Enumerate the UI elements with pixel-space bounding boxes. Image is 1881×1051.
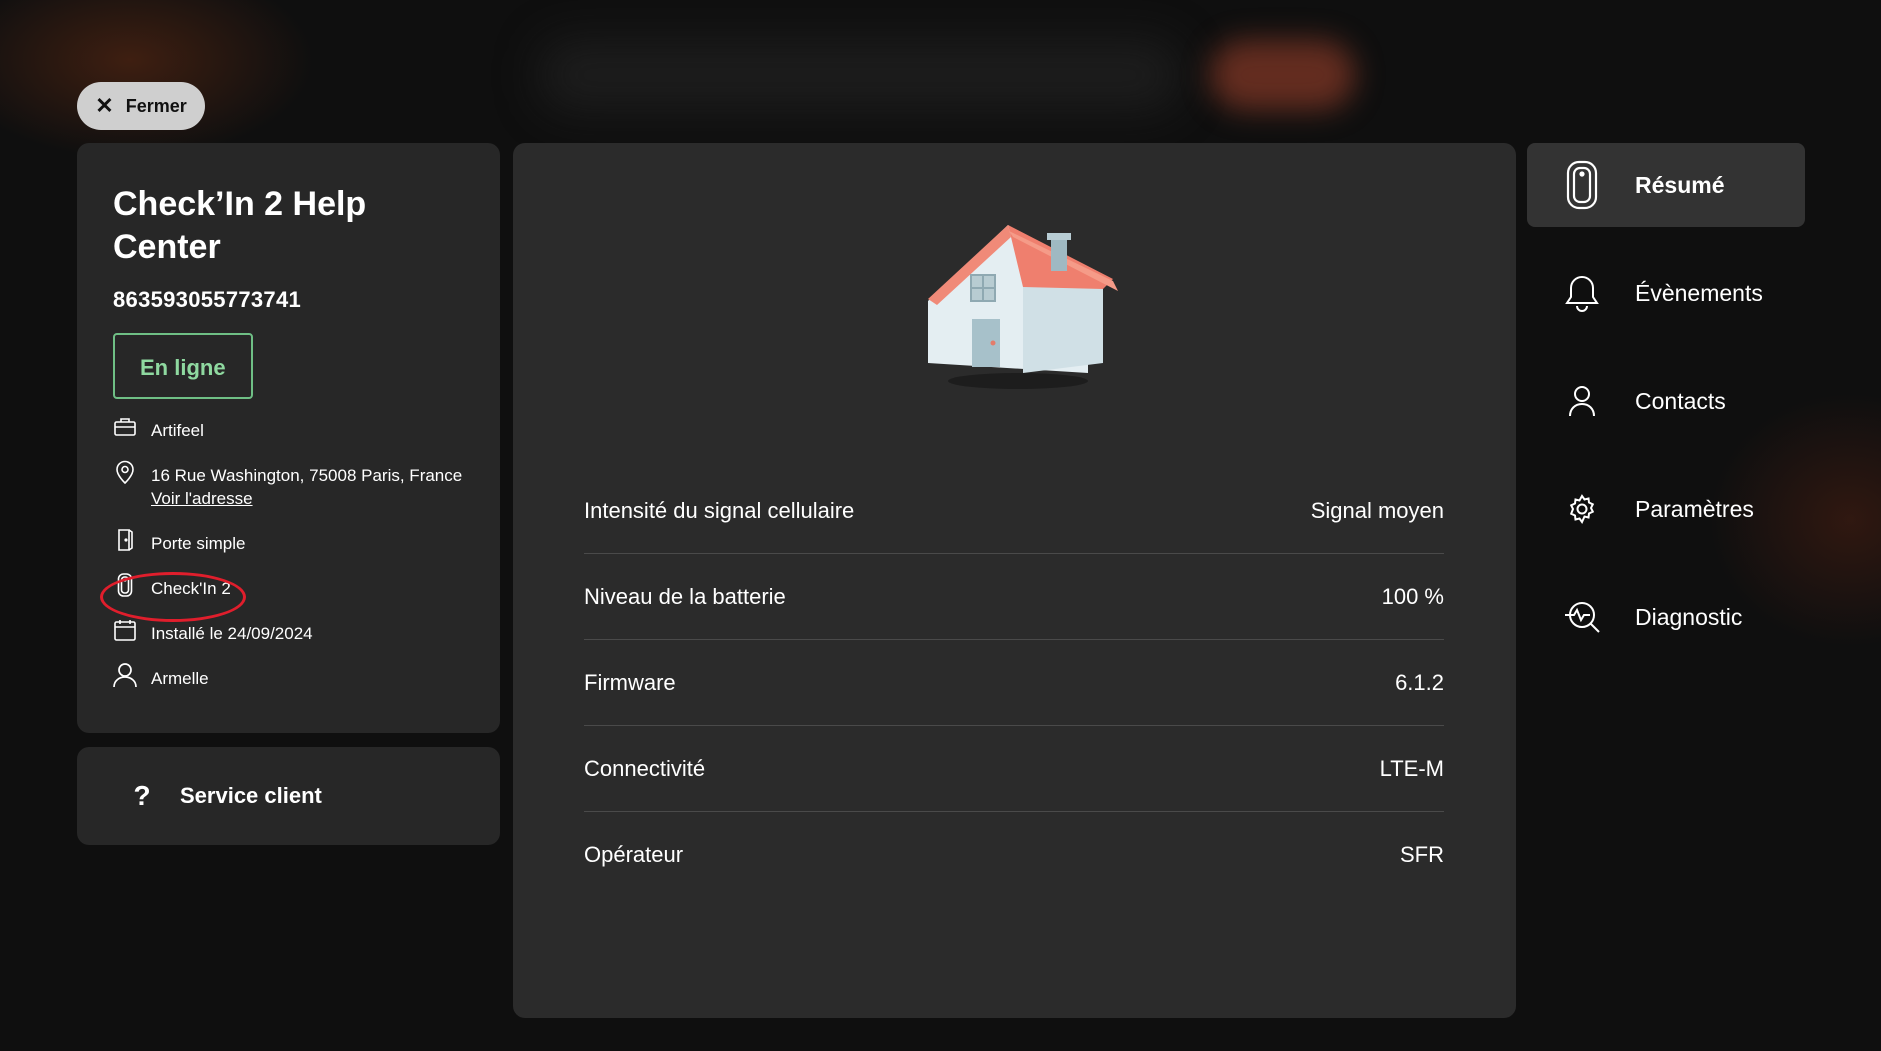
door-icon [113,528,137,552]
stat-row: Niveau de la batterie 100 % [584,554,1444,640]
stat-label: Opérateur [584,841,684,867]
location-pin-icon [113,460,137,484]
stat-label: Niveau de la batterie [584,583,786,609]
stats-list: Intensité du signal cellulaire Signal mo… [584,468,1444,897]
annotation-circle [100,572,246,622]
installer-row: Armelle [113,663,464,690]
question-icon: ? [133,780,151,811]
device-title: Check’In 2 Help Center [113,185,367,266]
user-icon [113,663,137,688]
installer-name: Armelle [151,669,209,688]
nav-item-label: Diagnostic [1635,603,1743,630]
stat-label: Intensité du signal cellulaire [584,497,855,523]
nav-item-events[interactable]: Évènements [1527,251,1805,335]
door-type: Porte simple [151,534,246,553]
blurred-background-bar [540,40,1180,110]
company-row: Artifeel [113,415,464,442]
company-name: Artifeel [151,421,204,440]
user-icon [1562,385,1602,417]
nav-item-label: Paramètres [1635,495,1754,522]
device-info-card: Check’In 2 Help Center 863593055773741 E… [77,143,500,733]
briefcase-icon [113,415,137,439]
nav-item-contacts[interactable]: Contacts [1527,359,1805,443]
stat-value: Signal moyen [1310,497,1444,523]
close-button-label: Fermer [125,95,187,116]
stat-row: Opérateur SFR [584,812,1444,897]
close-button[interactable]: ✕ Fermer [77,82,205,130]
nav-item-settings[interactable]: Paramètres [1527,467,1805,551]
install-date: Installé le 24/09/2024 [151,624,313,643]
install-row: Installé le 24/09/2024 [113,618,464,645]
calendar-icon [113,618,137,642]
customer-service-button[interactable]: ? Service client [77,747,500,845]
nav-item-diagnostic[interactable]: Diagnostic [1527,575,1805,659]
house-illustration [928,225,1118,389]
address-row: 16 Rue Washington, 75008 Paris, France V… [113,460,464,510]
summary-panel: Intensité du signal cellulaire Signal mo… [513,143,1516,1018]
device-icon [1562,160,1602,210]
diagnostic-icon [1562,600,1602,634]
nav-item-label: Évènements [1635,279,1763,306]
address-text: 16 Rue Washington, 75008 Paris, France [151,466,463,485]
stat-value: LTE-M [1379,755,1444,781]
nav-item-label: Résumé [1635,171,1725,198]
nav-item-label: Contacts [1635,387,1726,414]
stat-value: SFR [1400,841,1444,867]
nav-item-summary[interactable]: Résumé [1527,143,1805,227]
blurred-background-button [1210,40,1355,110]
stat-row: Firmware 6.1.2 [584,640,1444,726]
side-navigation: Résumé Évènements Contacts Paramètres Di… [1527,143,1805,683]
stat-label: Firmware [584,669,676,695]
bell-icon [1562,274,1602,312]
customer-service-label: Service client [180,783,322,808]
stat-row: Intensité du signal cellulaire Signal mo… [584,468,1444,554]
stat-value: 100 % [1381,583,1444,609]
view-address-link[interactable]: Voir l'adresse [151,487,462,510]
stat-label: Connectivité [584,755,706,781]
gear-icon [1562,494,1602,524]
door-row: Porte simple [113,528,464,555]
stat-value: 6.1.2 [1395,669,1444,695]
status-badge: En ligne [113,333,253,399]
close-icon: ✕ [95,93,114,118]
device-serial: 863593055773741 [113,287,302,312]
stat-row: Connectivité LTE-M [584,726,1444,812]
